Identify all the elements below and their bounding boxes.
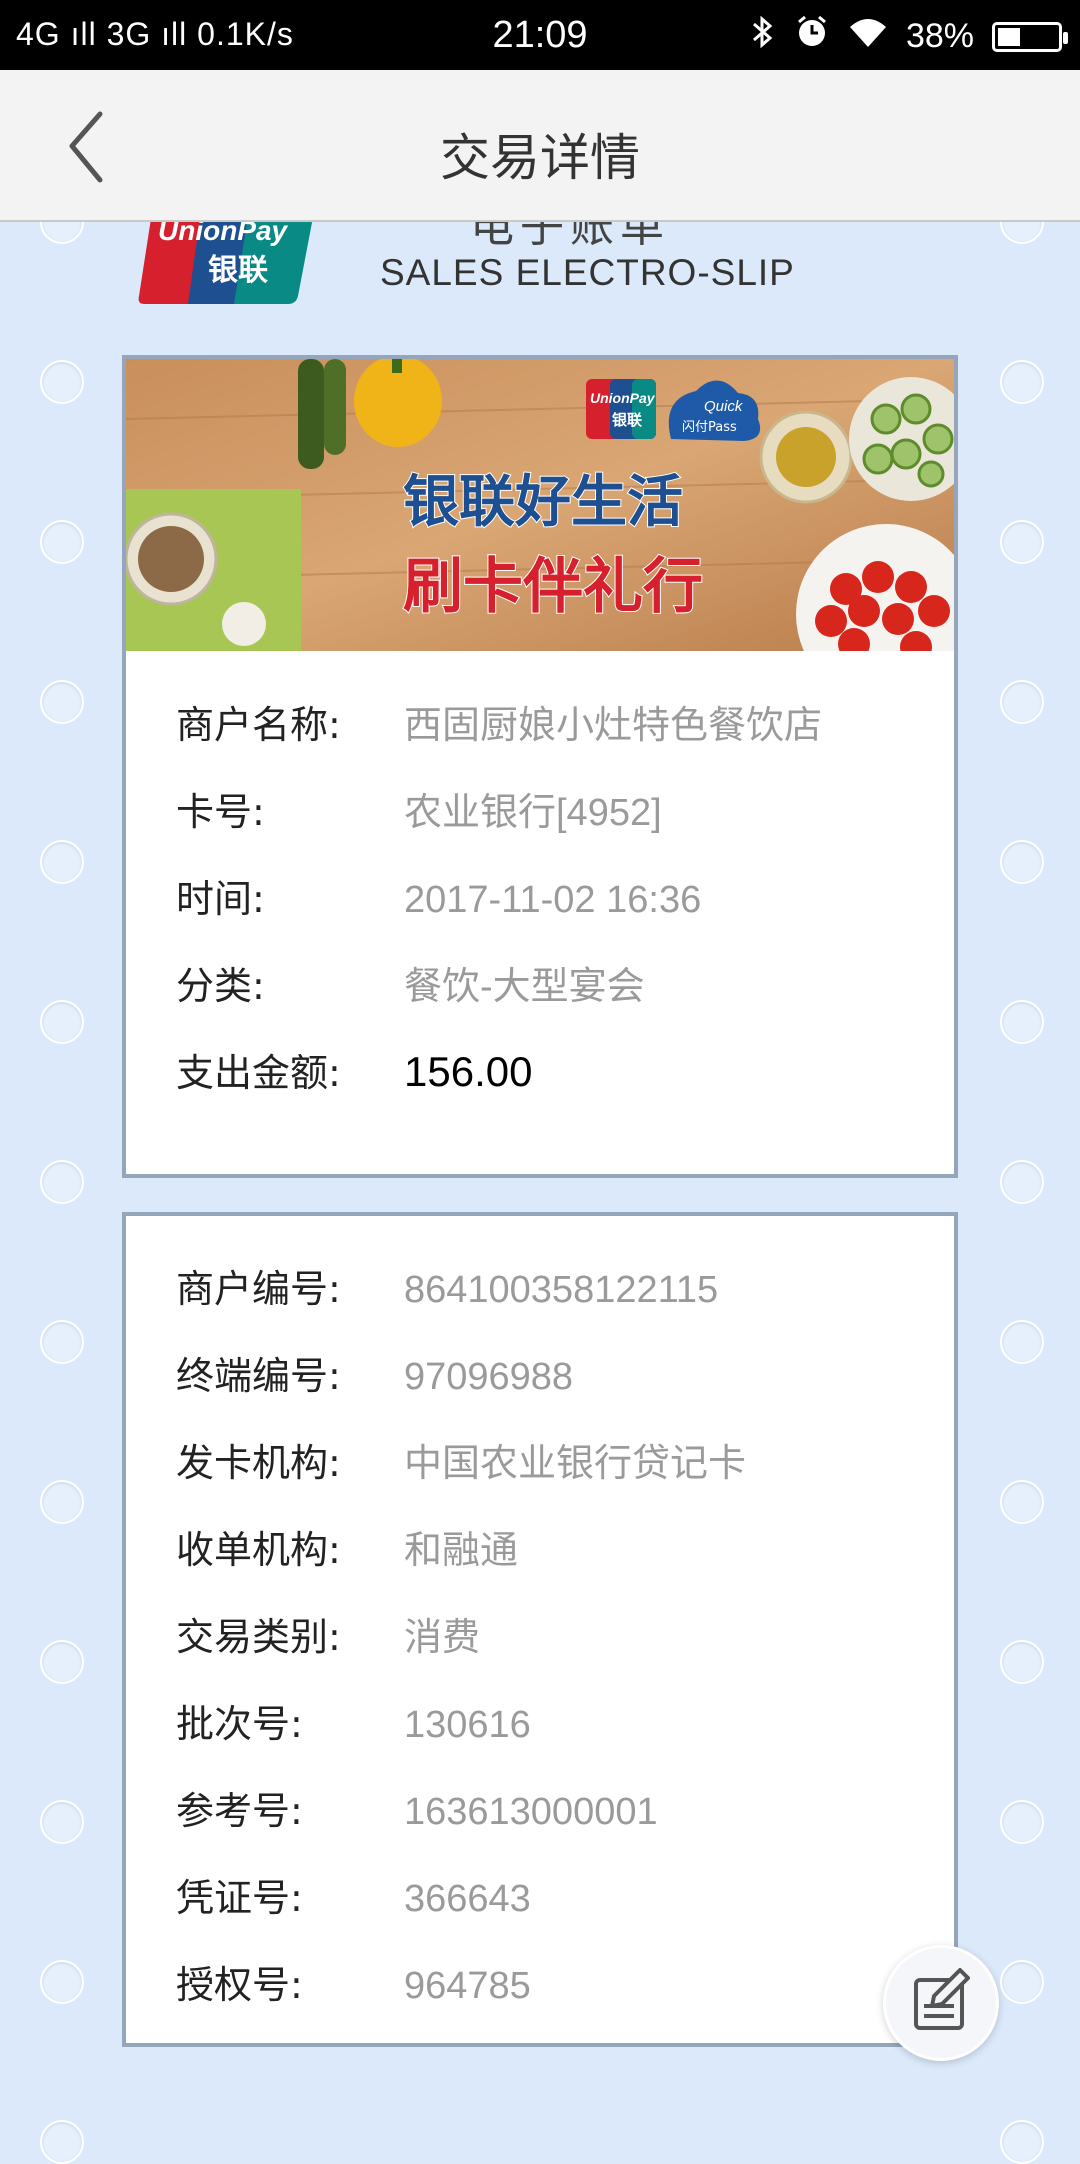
punch-hole: [1000, 1800, 1044, 1844]
summary-value: 156.00: [404, 1048, 533, 1095]
status-icons: 38%: [750, 14, 1068, 59]
details-value: 130616: [404, 1704, 531, 1746]
details-row: 商户编号: 864100358122115: [176, 1258, 718, 1313]
details-card: 商户编号: 864100358122115 终端编号: 97096988 发卡机构: 中国…: [122, 1212, 958, 2047]
alarm-icon: [794, 14, 830, 59]
details-value: 864100358122115: [404, 1269, 719, 1311]
promo-banner[interactable]: UnionPay 银联 Quick 闪付Pass 银联好生活 刷卡伴礼行: [126, 359, 954, 651]
punch-hole: [1000, 680, 1044, 724]
details-row: 交易类别: 消费: [176, 1606, 480, 1661]
details-value: 163613000001: [404, 1791, 658, 1833]
details-label: 收单机构:: [176, 1528, 341, 1572]
summary-label: 商户名称:: [176, 703, 341, 747]
banner-headline-2: 刷卡伴礼行: [403, 552, 703, 622]
summary-row: 商户名称: 西固厨娘小灶特色餐饮店: [176, 694, 822, 749]
badge-quickpass-cn: 闪付Pass: [682, 420, 737, 435]
status-bar: 4G ıll 3G ıll 0.1K/s 21:09 38%: [0, 0, 1080, 70]
badge-quickpass-en: Quick: [704, 398, 744, 415]
slip-subtitle: SALES ELECTRO-SLIP: [380, 252, 795, 293]
battery-icon: [992, 21, 1068, 52]
details-row: 批次号: 130616: [176, 1693, 531, 1748]
details-label: 凭证号:: [176, 1876, 303, 1920]
punch-hole: [40, 1960, 84, 2004]
details-row: 参考号: 163613000001: [176, 1780, 658, 1835]
details-value: 366643: [404, 1878, 531, 1920]
punch-hole: [40, 840, 84, 884]
details-row: 发卡机构: 中国农业银行贷记卡: [176, 1432, 746, 1487]
punch-hole: [40, 2120, 84, 2164]
punch-hole: [40, 680, 84, 724]
details-value: 中国农业银行贷记卡: [404, 1443, 747, 1485]
badge-unionpay-en: UnionPay: [590, 390, 656, 406]
details-label: 发卡机构:: [176, 1441, 341, 1485]
details-label: 批次号:: [176, 1702, 303, 1746]
logo-text-cn: 银联: [208, 253, 268, 288]
punch-hole: [1000, 1000, 1044, 1044]
summary-row: 卡号: 农业银行[4952]: [176, 781, 662, 836]
battery-fill: [998, 27, 1020, 46]
punch-hole: [40, 1480, 84, 1524]
punch-hole: [40, 360, 84, 404]
punch-hole: [1000, 1960, 1044, 2004]
edit-note-icon: [914, 1968, 970, 2030]
unionpay-badge: UnionPay 银联: [586, 379, 656, 439]
details-label: 终端编号:: [176, 1354, 341, 1398]
summary-label: 支出金额:: [176, 1051, 341, 1095]
details-label: 参考号:: [176, 1789, 303, 1833]
bluetooth-icon: [750, 14, 776, 59]
details-row: 授权号: 964785: [176, 1954, 531, 2009]
summary-row: 分类: 餐饮-大型宴会: [176, 955, 645, 1010]
summary-row: 时间: 2017-11-02 16:36: [176, 868, 701, 923]
details-label: 商户编号:: [176, 1267, 341, 1311]
battery-percent: 38%: [905, 17, 974, 55]
punch-hole: [1000, 1160, 1044, 1204]
details-value: 97096988: [404, 1356, 574, 1398]
page-title: 交易详情: [440, 129, 640, 187]
punch-hole: [40, 1160, 84, 1204]
punch-hole: [1000, 1320, 1044, 1364]
summary-label: 卡号:: [176, 790, 265, 834]
details-row: 凭证号: 366643: [176, 1867, 531, 1922]
punch-hole: [40, 1800, 84, 1844]
summary-label: 时间:: [176, 877, 265, 921]
details-value: 964785: [404, 1965, 531, 2007]
wifi-icon: [848, 15, 888, 58]
details-value: 消费: [404, 1617, 481, 1659]
details-value: 和融通: [404, 1530, 519, 1572]
summary-value: 2017-11-02 16:36: [404, 879, 702, 921]
details-row: 收单机构: 和融通: [176, 1519, 518, 1574]
summary-label: 分类:: [176, 964, 265, 1008]
summary-value: 农业银行[4952]: [404, 792, 662, 834]
details-label: 授权号:: [176, 1963, 303, 2007]
punch-hole: [40, 1320, 84, 1364]
punch-hole: [1000, 360, 1044, 404]
punch-hole: [1000, 1640, 1044, 1684]
punch-hole: [40, 520, 84, 564]
punch-hole: [1000, 1480, 1044, 1524]
navigation-bar: 交易详情: [0, 70, 1080, 222]
punch-hole: [40, 1000, 84, 1044]
summary-card: UnionPay 银联 Quick 闪付Pass 银联好生活 刷卡伴礼行 商户名…: [122, 355, 958, 1178]
banner-headline-1: 银联好生活: [403, 470, 683, 535]
punch-hole: [40, 1640, 84, 1684]
details-row: 终端编号: 97096988: [176, 1345, 573, 1400]
punch-hole: [1000, 2120, 1044, 2164]
edit-note-button[interactable]: [883, 1945, 999, 2061]
punch-hole: [1000, 840, 1044, 884]
summary-value: 西固厨娘小灶特色餐饮店: [404, 705, 823, 747]
punch-hole: [1000, 520, 1044, 564]
summary-value: 餐饮-大型宴会: [404, 966, 645, 1008]
details-label: 交易类别:: [176, 1615, 341, 1659]
badge-unionpay-cn: 银联: [612, 411, 643, 429]
summary-row: 支出金额: 156.00: [176, 1042, 532, 1097]
